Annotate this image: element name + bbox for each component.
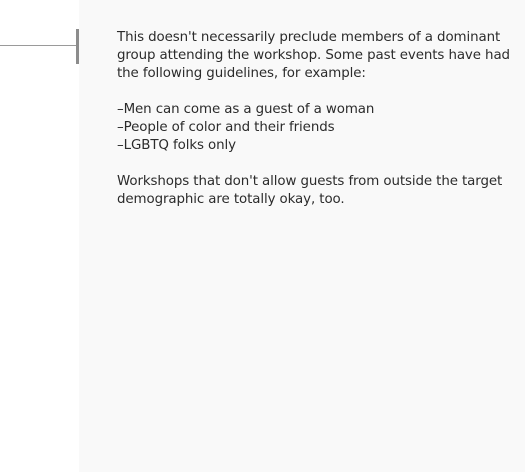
- intro-paragraph: This doesn't necessarily preclude member…: [117, 30, 510, 81]
- content-panel: This doesn't necessarily preclude member…: [79, 0, 525, 472]
- guidelines-list: –Men can come as a guest of a woman –Peo…: [117, 101, 517, 155]
- closing-paragraph: Workshops that don't allow guests from o…: [117, 174, 503, 207]
- list-item: –Men can come as a guest of a woman: [117, 102, 375, 117]
- list-item: –People of color and their friends: [117, 120, 335, 135]
- gutter-divider: [0, 45, 77, 46]
- article-body: This doesn't necessarily preclude member…: [117, 29, 517, 227]
- left-gutter: [0, 0, 79, 472]
- list-item: –LGBTQ folks only: [117, 138, 236, 153]
